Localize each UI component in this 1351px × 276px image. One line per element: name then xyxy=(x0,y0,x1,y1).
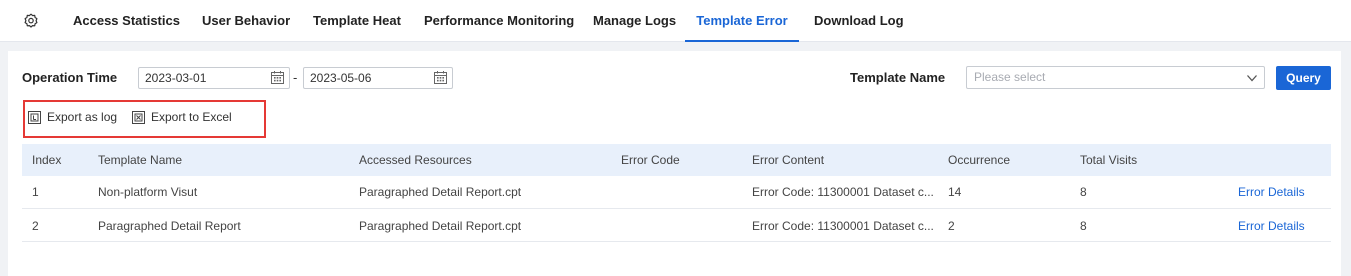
template-name-select[interactable]: Please select xyxy=(966,66,1265,89)
cell-total-visits: 8 xyxy=(1080,219,1087,233)
column-header-total-visits: Total Visits xyxy=(1080,153,1138,167)
top-nav: Access Statistics User Behavior Template… xyxy=(0,0,1351,42)
cell-error-content: Error Code: 11300001 Dataset c... xyxy=(752,185,934,199)
cell-template-name: Paragraphed Detail Report xyxy=(98,219,241,233)
cell-index: 2 xyxy=(32,219,39,233)
column-header-error-code: Error Code xyxy=(621,153,680,167)
date-separator: - xyxy=(293,70,298,85)
excel-file-icon xyxy=(132,110,145,124)
export-to-excel-label: Export to Excel xyxy=(151,110,232,124)
column-header-error-content: Error Content xyxy=(752,153,825,167)
chevron-down-icon xyxy=(1247,75,1257,82)
cell-total-visits: 8 xyxy=(1080,185,1087,199)
export-as-log-button[interactable]: Export as log xyxy=(28,109,117,125)
template-name-label: Template Name xyxy=(850,70,946,85)
cell-occurrence: 14 xyxy=(948,185,962,199)
cell-template-name: Non-platform Visut xyxy=(98,185,198,199)
export-to-excel-button[interactable]: Export to Excel xyxy=(132,109,232,125)
tab-download-log[interactable]: Download Log xyxy=(814,0,904,42)
gear-icon[interactable] xyxy=(22,12,40,30)
tab-access-statistics[interactable]: Access Statistics xyxy=(73,0,180,42)
column-header-accessed-resources: Accessed Resources xyxy=(359,153,472,167)
start-date-value: 2023-03-01 xyxy=(145,71,207,85)
cell-accessed-resources: Paragraphed Detail Report.cpt xyxy=(359,185,522,199)
query-button[interactable]: Query xyxy=(1276,66,1331,90)
tab-template-error[interactable]: Template Error xyxy=(685,0,799,42)
template-name-placeholder: Please select xyxy=(974,70,1046,84)
cell-occurrence: 2 xyxy=(948,219,955,233)
error-details-link[interactable]: Error Details xyxy=(1238,219,1305,233)
end-date-input[interactable]: 2023-05-06 xyxy=(303,67,453,89)
tab-performance-monitoring[interactable]: Performance Monitoring xyxy=(424,0,574,42)
table-row: 2 Paragraphed Detail Report Paragraphed … xyxy=(22,209,1331,242)
cell-error-content: Error Code: 11300001 Dataset c... xyxy=(752,219,934,233)
main-panel: Operation Time 2023-03-01 - 2023-05-06 T… xyxy=(8,51,1341,276)
calendar-icon[interactable] xyxy=(271,71,284,84)
tab-user-behavior[interactable]: User Behavior xyxy=(202,0,290,42)
table-header: Index Template Name Accessed Resources E… xyxy=(22,144,1331,176)
column-header-template-name: Template Name xyxy=(98,153,183,167)
error-details-link[interactable]: Error Details xyxy=(1238,185,1305,199)
table-row: 1 Non-platform Visut Paragraphed Detail … xyxy=(22,176,1331,209)
cell-index: 1 xyxy=(32,185,39,199)
cell-accessed-resources: Paragraphed Detail Report.cpt xyxy=(359,219,522,233)
end-date-value: 2023-05-06 xyxy=(310,71,372,85)
log-file-icon xyxy=(28,110,41,124)
start-date-input[interactable]: 2023-03-01 xyxy=(138,67,290,89)
operation-time-label: Operation Time xyxy=(22,70,118,85)
tab-manage-logs[interactable]: Manage Logs xyxy=(593,0,676,42)
column-header-occurrence: Occurrence xyxy=(948,153,1011,167)
column-header-index: Index xyxy=(32,153,62,167)
export-as-log-label: Export as log xyxy=(47,110,118,124)
tab-template-heat[interactable]: Template Heat xyxy=(313,0,401,42)
calendar-icon[interactable] xyxy=(434,71,447,84)
